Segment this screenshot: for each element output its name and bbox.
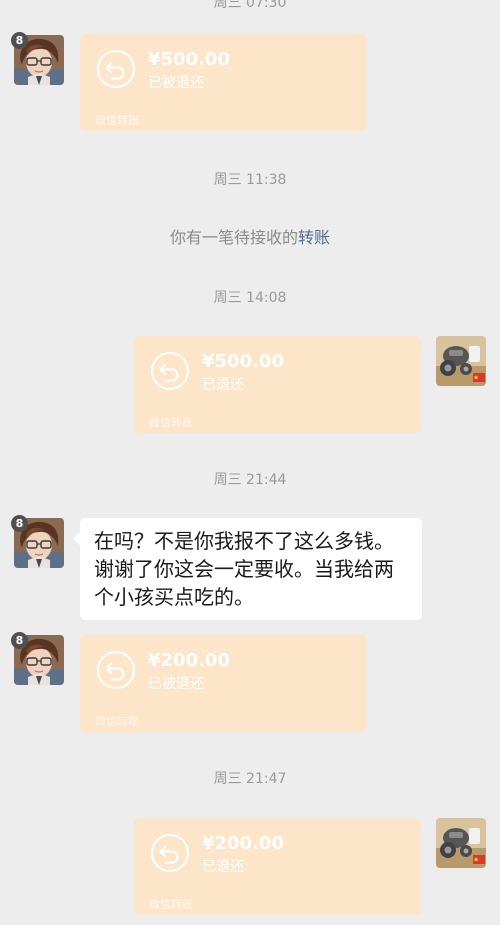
text-message-bubble[interactable]: 在吗？不是你我报不了这么多钱。谢谢了你这会一定要收。当我给两个小孩买点吃的。 xyxy=(80,518,422,620)
my-avatar[interactable] xyxy=(436,818,486,868)
return-arrow-icon xyxy=(97,50,135,88)
transfer-card-outgoing[interactable]: ¥200.00 已退还 微信转账 xyxy=(134,818,421,915)
transfer-amount: ¥500.00 xyxy=(148,49,230,70)
transfer-brand-label: 微信转账 xyxy=(149,416,193,429)
timestamp: 周三 21:47 xyxy=(213,771,287,787)
transfer-card-outgoing[interactable]: ¥500.00 已退还 微信转账 xyxy=(134,336,421,433)
timestamp: 周三 07:30 xyxy=(213,0,287,11)
return-arrow-icon xyxy=(97,651,135,689)
system-notice-text: 你有一笔待接收的 xyxy=(169,228,298,247)
transfer-status: 已被退还 xyxy=(148,75,204,91)
timestamp: 周三 14:08 xyxy=(213,290,287,306)
transfer-link[interactable]: 转账 xyxy=(298,228,330,247)
transfer-card-incoming[interactable]: ¥200.00 已被退还 微信转账 xyxy=(80,635,367,732)
timestamp: 周三 11:38 xyxy=(213,172,287,188)
transfer-status: 已退还 xyxy=(202,377,244,393)
transfer-status: 已被退还 xyxy=(148,676,204,692)
return-arrow-icon xyxy=(151,834,189,872)
transfer-brand-label: 微信转账 xyxy=(95,114,139,127)
transfer-brand-label: 微信转账 xyxy=(95,715,139,728)
transfer-brand-label: 微信转账 xyxy=(149,898,193,911)
unread-badge: 8 xyxy=(11,32,28,49)
transfer-amount: ¥500.00 xyxy=(202,351,284,372)
transfer-amount: ¥200.00 xyxy=(148,650,230,671)
timestamp: 周三 21:44 xyxy=(213,472,287,488)
transfer-amount: ¥200.00 xyxy=(202,833,284,854)
unread-badge: 8 xyxy=(11,632,28,649)
system-notice: 你有一笔待接收的转账 xyxy=(0,224,500,248)
unread-badge: 8 xyxy=(11,515,28,532)
my-avatar-image xyxy=(436,818,486,868)
transfer-status: 已退还 xyxy=(202,859,244,875)
my-avatar-image xyxy=(436,336,486,386)
return-arrow-icon xyxy=(151,352,189,390)
my-avatar[interactable] xyxy=(436,336,486,386)
transfer-card-incoming[interactable]: ¥500.00 已被退还 微信转账 xyxy=(80,34,367,131)
